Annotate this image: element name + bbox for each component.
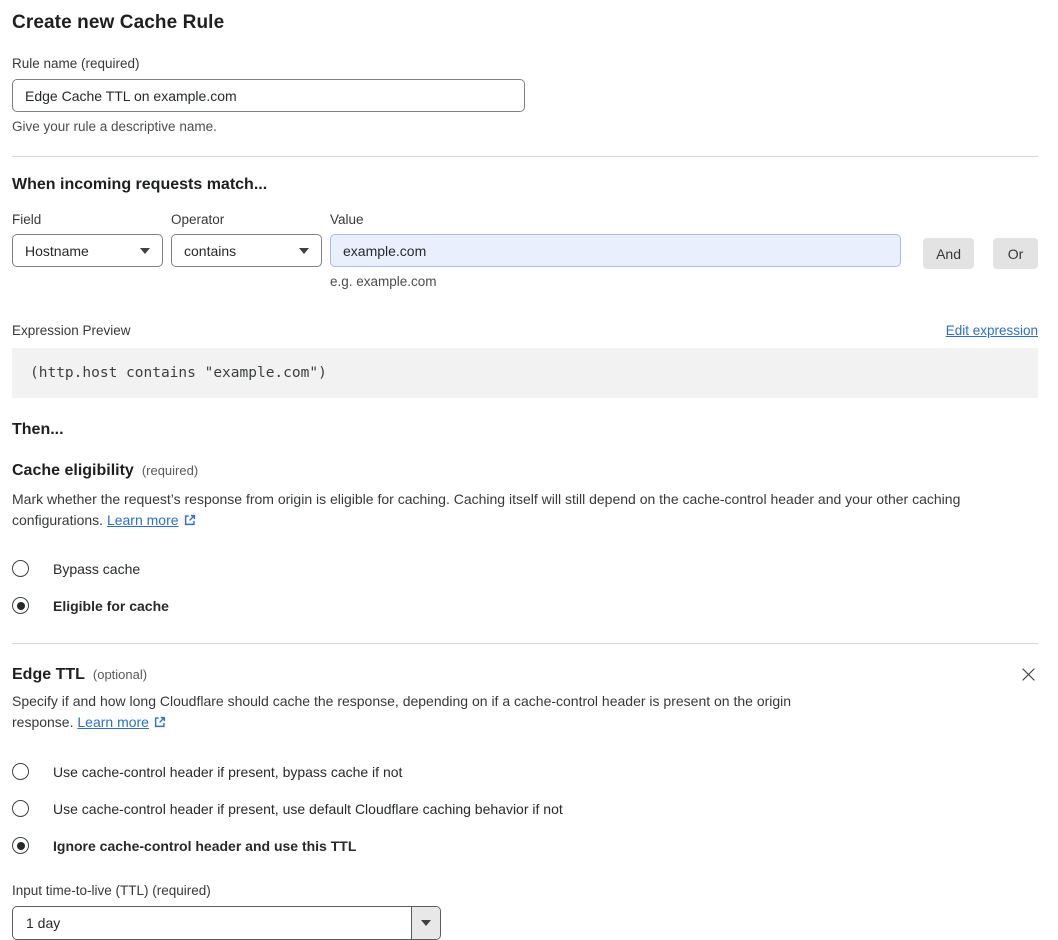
or-button[interactable]: Or	[993, 238, 1038, 269]
edge-ttl-optional-badge: (optional)	[92, 666, 148, 682]
operator-label: Operator	[171, 212, 225, 227]
cache-eligibility-required-badge: (required)	[141, 463, 199, 478]
operator-select[interactable]: contains	[171, 234, 322, 267]
radio-option-bypass-cache[interactable]: Bypass cache	[12, 560, 1038, 577]
then-heading: Then...	[12, 421, 64, 438]
radio-icon[interactable]	[12, 800, 29, 817]
expression-preview-label: Expression Preview	[12, 323, 131, 338]
rule-name-input[interactable]: Edge Cache TTL on example.com	[12, 79, 525, 112]
ttl-select-dropdown-button[interactable]	[411, 907, 440, 939]
match-builder-row: Field Hostname Operator contains Value e…	[12, 212, 1038, 289]
external-link-icon	[153, 714, 167, 735]
rule-name-label: Rule name (required)	[12, 56, 140, 71]
value-help: e.g. example.com	[330, 274, 437, 289]
cache-eligibility-description: Mark whether the request’s response from…	[12, 489, 1038, 533]
edge-ttl-description: Specify if and how long Cloudflare shoul…	[12, 691, 852, 735]
radio-icon[interactable]	[12, 560, 29, 577]
expression-preview-code: (http.host contains "example.com")	[12, 348, 1038, 398]
close-icon[interactable]	[1019, 665, 1038, 684]
cache-eligibility-title: Cache eligibility	[12, 462, 134, 479]
radio-option-ignore-header-ttl[interactable]: Ignore cache-control header and use this…	[12, 837, 1038, 854]
chevron-down-icon	[421, 920, 431, 926]
radio-icon[interactable]	[12, 763, 29, 780]
ttl-label: Input time-to-live (TTL) (required)	[12, 883, 211, 898]
radio-option-use-header-bypass[interactable]: Use cache-control header if present, byp…	[12, 763, 1038, 780]
chevron-down-icon	[299, 247, 309, 254]
page-title: Create new Cache Rule	[12, 12, 225, 33]
edge-ttl-title: Edge TTL	[12, 665, 85, 683]
divider	[12, 643, 1038, 644]
radio-option-use-header-default[interactable]: Use cache-control header if present, use…	[12, 800, 1038, 817]
external-link-icon	[183, 512, 197, 533]
radio-icon-selected[interactable]	[12, 597, 29, 614]
field-select-value: Hostname	[25, 242, 89, 259]
ttl-select-value: 1 day	[26, 915, 61, 931]
field-label: Field	[12, 212, 42, 227]
edit-expression-link[interactable]: Edit expression	[946, 323, 1038, 338]
ttl-select[interactable]: 1 day	[12, 906, 441, 940]
value-label: Value	[330, 212, 364, 227]
field-select[interactable]: Hostname	[12, 234, 163, 267]
radio-icon-selected[interactable]	[12, 837, 29, 854]
value-input-text: example.com	[343, 242, 427, 259]
create-cache-rule-page: Create new Cache Rule Rule name (require…	[0, 0, 1058, 940]
radio-option-eligible-for-cache[interactable]: Eligible for cache	[12, 597, 1038, 614]
match-section-heading: When incoming requests match...	[12, 176, 268, 193]
and-button[interactable]: And	[923, 238, 974, 269]
rule-name-value: Edge Cache TTL on example.com	[25, 87, 237, 104]
learn-more-link[interactable]: Learn more	[77, 714, 149, 730]
learn-more-link[interactable]: Learn more	[107, 512, 179, 528]
value-input[interactable]: example.com	[330, 234, 902, 267]
chevron-down-icon	[140, 247, 150, 254]
rule-name-help: Give your rule a descriptive name.	[12, 119, 217, 134]
operator-select-value: contains	[184, 242, 237, 259]
divider	[12, 156, 1038, 157]
